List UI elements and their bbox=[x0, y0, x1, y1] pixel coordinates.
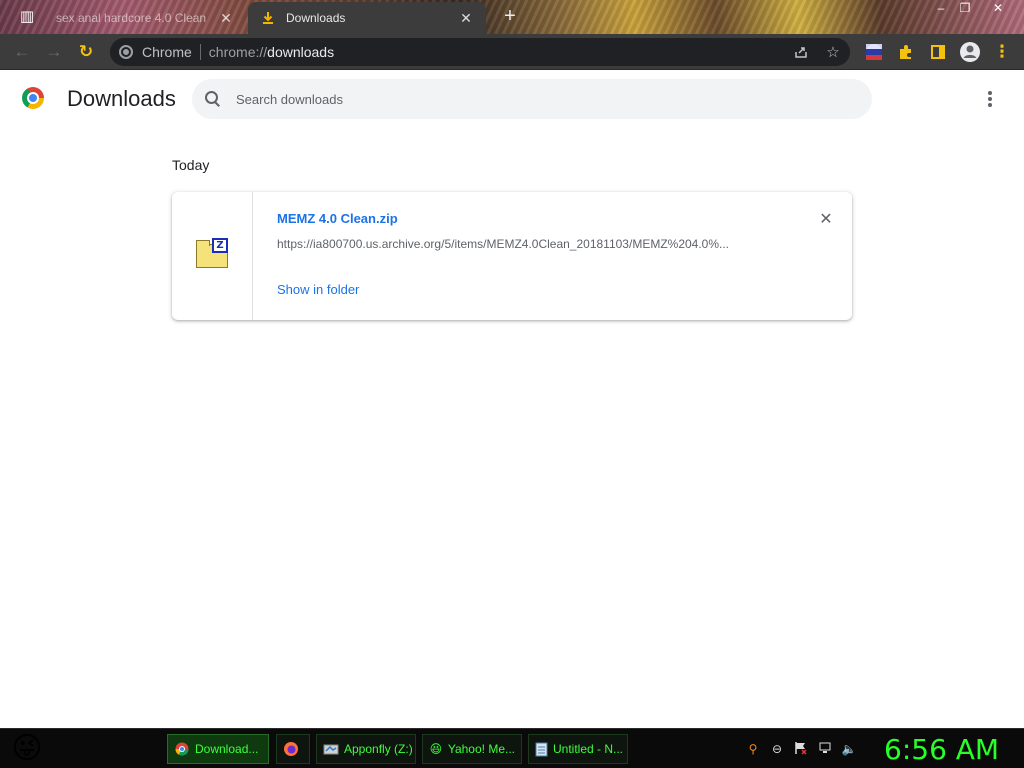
search-box[interactable] bbox=[192, 79, 872, 119]
firefox-icon bbox=[283, 741, 299, 757]
minus-circle-tray-icon[interactable]: ⊖ bbox=[769, 741, 785, 757]
clock[interactable]: 6:56 AM bbox=[884, 733, 999, 766]
more-actions-icon[interactable] bbox=[980, 89, 1000, 109]
tab-close-icon[interactable]: ✕ bbox=[218, 10, 234, 27]
tab-downloads[interactable]: Downloads ✕ bbox=[248, 2, 486, 34]
new-tab-button[interactable]: + bbox=[500, 6, 520, 26]
url-path: downloads bbox=[267, 44, 335, 60]
tab-title: Downloads bbox=[286, 11, 346, 25]
download-icon bbox=[260, 10, 276, 26]
chrome-page-icon bbox=[119, 45, 133, 59]
zip-badge: Z bbox=[212, 238, 228, 253]
date-heading: Today bbox=[172, 157, 210, 173]
chrome-menu-icon[interactable]: ⋮ bbox=[990, 40, 1014, 64]
file-icon-column: Z bbox=[172, 192, 253, 320]
task-chrome-downloads[interactable]: Download... bbox=[167, 734, 269, 764]
remove-download-icon[interactable]: ✕ bbox=[816, 210, 836, 230]
tab-close-icon[interactable]: ✕ bbox=[458, 10, 474, 27]
download-item: Z MEMZ 4.0 Clean.zip https://ia800700.us… bbox=[172, 192, 852, 320]
source-url[interactable]: https://ia800700.us.archive.org/5/items/… bbox=[277, 237, 777, 251]
browser-toolbar: ← → ↻ Chrome chrome://downloads ☆ ⋮ bbox=[0, 34, 1024, 70]
volume-icon[interactable]: 🔈 bbox=[841, 741, 857, 757]
task-firefox[interactable] bbox=[276, 734, 310, 764]
yahoo-messenger-icon: 😆 bbox=[429, 742, 443, 756]
chrome-logo-icon bbox=[22, 87, 44, 109]
url-prefix: chrome:// bbox=[208, 44, 268, 60]
show-in-folder-link[interactable]: Show in folder bbox=[277, 282, 359, 297]
search-icon bbox=[204, 90, 222, 108]
reload-button[interactable]: ↻ bbox=[74, 40, 98, 64]
side-panel-icon[interactable] bbox=[926, 40, 950, 64]
network-icon[interactable] bbox=[817, 741, 833, 757]
downloads-header: Downloads bbox=[0, 71, 1024, 127]
url-text: chrome://downloads bbox=[209, 44, 334, 60]
notepad-icon bbox=[535, 741, 548, 757]
chrome-icon bbox=[174, 741, 190, 757]
taskbar: 😜 Download... Apponfly (Z:) 😆 Yahoo! Me.… bbox=[0, 728, 1024, 768]
task-label: Untitled - N... bbox=[553, 742, 624, 756]
back-button[interactable]: ← bbox=[10, 40, 34, 64]
drive-icon bbox=[323, 741, 339, 757]
tab-memz-page[interactable]: sex anal hardcore 4.0 Clean ✕ bbox=[44, 2, 246, 34]
address-bar[interactable]: Chrome chrome://downloads ☆ bbox=[110, 38, 850, 66]
task-apponfly-drive[interactable]: Apponfly (Z:) bbox=[316, 734, 416, 764]
site-label: Chrome bbox=[142, 44, 192, 60]
task-label: Yahoo! Me... bbox=[447, 742, 515, 756]
maximize-button[interactable]: ❐ bbox=[952, 0, 978, 18]
task-notepad[interactable]: Untitled - N... bbox=[528, 734, 628, 764]
forward-button[interactable]: → bbox=[42, 40, 66, 64]
task-label: Download... bbox=[195, 742, 259, 756]
tab-strip: ▥ sex anal hardcore 4.0 Clean ✕ Download… bbox=[0, 0, 1024, 34]
bookmark-star-icon[interactable]: ☆ bbox=[824, 44, 842, 62]
divider bbox=[199, 44, 201, 60]
search-tray-icon[interactable]: ⚲ bbox=[745, 741, 761, 757]
tab-title: sex anal hardcore 4.0 Clean bbox=[56, 11, 207, 25]
task-yahoo-messenger[interactable]: 😆 Yahoo! Me... bbox=[422, 734, 522, 764]
page-title: Downloads bbox=[67, 86, 176, 111]
account-avatar-icon[interactable] bbox=[958, 40, 982, 64]
minimize-button[interactable]: ‒ bbox=[928, 0, 954, 18]
profile-flag-icon[interactable] bbox=[862, 40, 886, 64]
extensions-puzzle-icon[interactable] bbox=[894, 40, 918, 64]
search-input[interactable] bbox=[236, 91, 836, 107]
archive-icon[interactable]: ▥ bbox=[18, 8, 36, 26]
share-icon[interactable] bbox=[792, 44, 810, 62]
zip-file-icon: Z bbox=[196, 238, 228, 268]
close-window-button[interactable]: ✕ bbox=[985, 0, 1011, 18]
file-name-link[interactable]: MEMZ 4.0 Clean.zip bbox=[277, 211, 398, 226]
start-button[interactable]: 😜 bbox=[4, 729, 50, 768]
task-label: Apponfly (Z:) bbox=[344, 742, 413, 756]
action-center-flag-icon[interactable] bbox=[793, 741, 809, 757]
